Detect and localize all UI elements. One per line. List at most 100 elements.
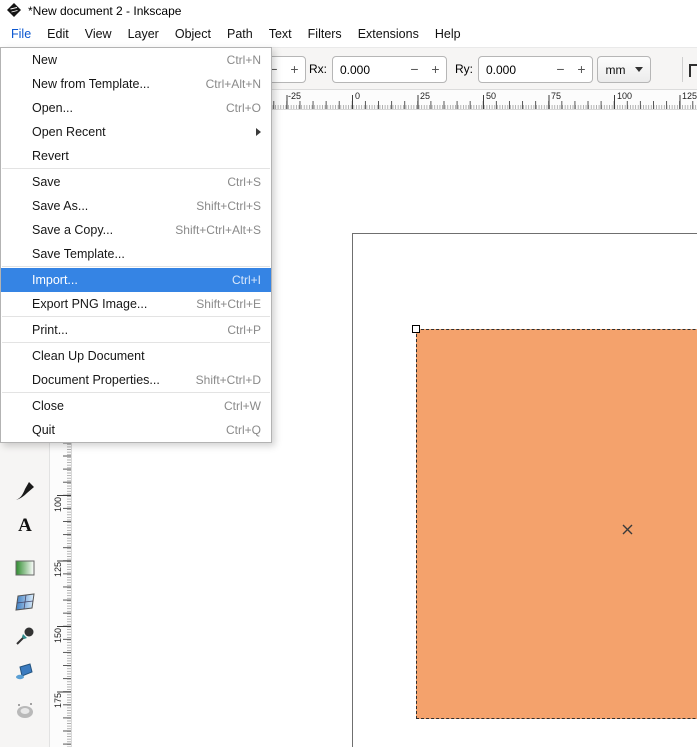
- hruler-label: 75: [551, 91, 562, 101]
- tweak-icon: [14, 700, 36, 727]
- menu-item-open[interactable]: Open... Ctrl+O: [1, 96, 271, 120]
- hruler-label: 0: [355, 91, 361, 101]
- resize-handle[interactable]: [412, 325, 420, 333]
- menu-item-new-from-template[interactable]: New from Template... Ctrl+Alt+N: [1, 72, 271, 96]
- menu-item-shortcut: Ctrl+Alt+N: [205, 77, 261, 91]
- menu-help[interactable]: Help: [427, 22, 469, 47]
- menu-item-shortcut: Shift+Ctrl+D: [195, 373, 261, 387]
- ry-value[interactable]: 0.000: [479, 63, 550, 77]
- rx-plus-button[interactable]: +: [425, 57, 446, 82]
- menu-extensions[interactable]: Extensions: [350, 22, 427, 47]
- unit-dropdown[interactable]: mm: [597, 56, 651, 83]
- paint-bucket-icon: [14, 659, 36, 686]
- menu-item-open-recent[interactable]: Open Recent: [1, 120, 271, 144]
- hruler-label: 125: [682, 91, 697, 101]
- menu-item-save-template[interactable]: Save Template...: [1, 242, 271, 266]
- menu-item-shortcut: Ctrl+N: [226, 53, 261, 67]
- menu-item-shortcut: Shift+Ctrl+E: [196, 297, 261, 311]
- menu-separator: [1, 392, 271, 394]
- gradient-icon: [14, 557, 36, 584]
- calligraphy-icon: [14, 480, 36, 507]
- menu-item-label: Open Recent: [32, 125, 106, 139]
- mesh-gradient-icon: [14, 591, 36, 618]
- ry-minus-button[interactable]: −: [550, 57, 571, 82]
- text-tool-button[interactable]: A: [10, 512, 40, 542]
- toolbar-separator: [682, 57, 683, 82]
- selected-rectangle[interactable]: [416, 329, 697, 719]
- menu-item-revert[interactable]: Revert: [1, 144, 271, 168]
- menu-item-save-a-copy[interactable]: Save a Copy... Shift+Ctrl+Alt+S: [1, 218, 271, 242]
- menu-item-quit[interactable]: Quit Ctrl+Q: [1, 418, 271, 442]
- ry-input[interactable]: 0.000 − +: [478, 56, 593, 83]
- menu-edit[interactable]: Edit: [39, 22, 77, 47]
- menu-layer[interactable]: Layer: [120, 22, 167, 47]
- menu-separator: [1, 316, 271, 318]
- menu-item-label: Save: [32, 175, 61, 189]
- menu-path[interactable]: Path: [219, 22, 261, 47]
- spray-tool-button[interactable]: [10, 741, 40, 747]
- menu-item-shortcut: Ctrl+O: [225, 101, 261, 115]
- menu-item-shortcut: Shift+Ctrl+S: [196, 199, 261, 213]
- sharp-corners-icon[interactable]: [689, 64, 697, 77]
- menu-item-shortcut: Ctrl+W: [224, 399, 261, 413]
- tweak-tool-button[interactable]: [10, 698, 40, 728]
- gradient-tool-button[interactable]: [10, 555, 40, 585]
- calligraphy-tool-button[interactable]: [10, 478, 40, 508]
- menu-object[interactable]: Object: [167, 22, 219, 47]
- menu-item-close[interactable]: Close Ctrl+W: [1, 394, 271, 418]
- menu-file[interactable]: File: [3, 22, 39, 47]
- hruler-label: 50: [486, 91, 497, 101]
- menu-text[interactable]: Text: [261, 22, 300, 47]
- hruler-label: 100: [617, 91, 633, 101]
- menu-item-label: Save a Copy...: [32, 223, 114, 237]
- menu-view[interactable]: View: [77, 22, 120, 47]
- mesh-gradient-tool-button[interactable]: [10, 589, 40, 619]
- menu-item-new[interactable]: New Ctrl+N: [1, 48, 271, 72]
- text-tool-icon: A: [14, 514, 36, 541]
- menu-item-label: Quit: [32, 423, 55, 437]
- menu-item-label: Close: [32, 399, 64, 413]
- menu-item-label: New: [32, 53, 58, 67]
- rx-input[interactable]: 0.000 − +: [332, 56, 447, 83]
- unit-value: mm: [605, 62, 626, 77]
- vruler-label: 175: [53, 693, 63, 709]
- menu-item-save-as[interactable]: Save As... Shift+Ctrl+S: [1, 194, 271, 218]
- svg-text:A: A: [18, 515, 32, 536]
- ry-plus-button[interactable]: +: [571, 57, 592, 82]
- object-center-marker: [622, 522, 633, 535]
- rx-value[interactable]: 0.000: [333, 63, 404, 77]
- paint-bucket-tool-button[interactable]: [10, 657, 40, 687]
- dropper-tool-button[interactable]: [10, 623, 40, 653]
- menu-item-label: New from Template...: [32, 77, 150, 91]
- menu-item-label: Save Template...: [32, 247, 125, 261]
- ry-label: Ry:: [455, 62, 473, 76]
- dropper-icon: [14, 625, 36, 652]
- menu-item-label: Revert: [32, 149, 69, 163]
- menu-separator: [1, 266, 271, 268]
- menu-item-export-png[interactable]: Export PNG Image... Shift+Ctrl+E: [1, 292, 271, 316]
- file-menu-dropdown: New Ctrl+N New from Template... Ctrl+Alt…: [0, 47, 272, 443]
- menu-item-print[interactable]: Print... Ctrl+P: [1, 318, 271, 342]
- menu-item-import[interactable]: Import... Ctrl+I: [1, 268, 271, 292]
- hruler-label: -25: [288, 91, 302, 101]
- menu-item-label: Export PNG Image...: [32, 297, 148, 311]
- menu-item-shortcut: Ctrl+I: [231, 273, 261, 287]
- spin-plus-button[interactable]: +: [284, 57, 305, 82]
- menu-filters[interactable]: Filters: [300, 22, 350, 47]
- menu-item-label: Print...: [32, 323, 69, 337]
- menu-item-label: Open...: [32, 101, 73, 115]
- inkscape-logo-icon: [7, 2, 21, 20]
- menu-item-clean-up-document[interactable]: Clean Up Document: [1, 344, 271, 368]
- menu-item-label: Clean Up Document: [32, 349, 145, 363]
- menubar: File Edit View Layer Object Path Text Fi…: [0, 22, 697, 47]
- menu-item-save[interactable]: Save Ctrl+S: [1, 170, 271, 194]
- menu-item-document-properties[interactable]: Document Properties... Shift+Ctrl+D: [1, 368, 271, 392]
- menu-item-label: Import...: [32, 273, 78, 287]
- rx-label: Rx:: [309, 62, 327, 76]
- vruler-label: 150: [53, 628, 63, 644]
- menu-item-label: Save As...: [32, 199, 89, 213]
- rx-minus-button[interactable]: −: [404, 57, 425, 82]
- submenu-arrow-icon: [256, 128, 261, 136]
- inkscape-window: *New document 2 - Inkscape File Edit Vie…: [0, 0, 697, 747]
- menu-item-shortcut: Ctrl+Q: [225, 423, 261, 437]
